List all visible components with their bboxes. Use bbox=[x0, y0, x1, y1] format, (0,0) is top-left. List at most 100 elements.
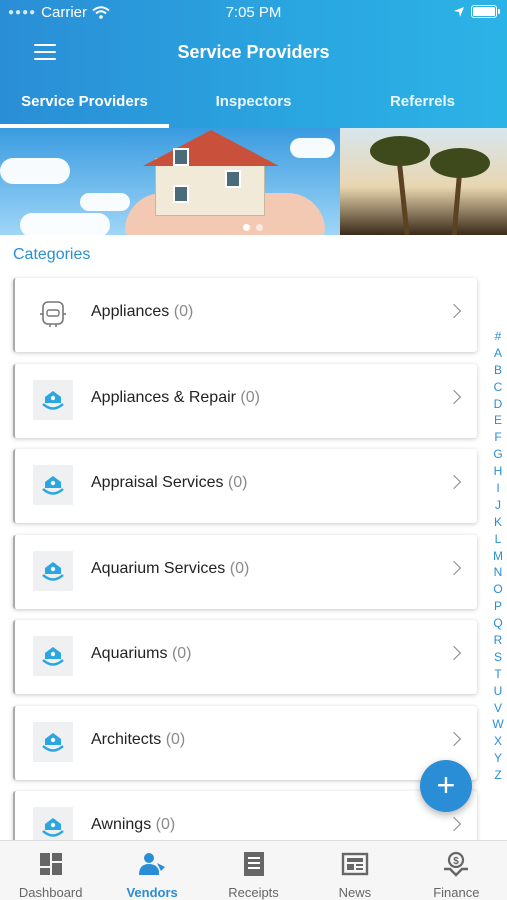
category-item-aquariums[interactable]: Aquariums (0) bbox=[13, 620, 477, 694]
receipts-icon bbox=[203, 851, 304, 883]
alpha-index-letter[interactable]: P bbox=[490, 598, 506, 615]
alphabet-index[interactable]: # A B C D E F G H I J K L M N O P Q R S T U V W X Y Z bbox=[490, 328, 506, 784]
alpha-index-letter[interactable]: M bbox=[490, 548, 506, 565]
cloud-shape bbox=[80, 193, 130, 211]
alpha-index-letter[interactable]: E bbox=[490, 412, 506, 429]
alpha-index-letter[interactable]: L bbox=[490, 531, 506, 548]
pager-dot[interactable] bbox=[256, 224, 263, 231]
chevron-right-icon bbox=[446, 303, 462, 319]
nav-finance[interactable]: $ Finance bbox=[406, 841, 507, 900]
house-in-hands-image bbox=[125, 130, 335, 235]
title-bar: Service Providers bbox=[0, 30, 507, 76]
alpha-index-letter[interactable]: T bbox=[490, 666, 506, 683]
category-item-aquarium-services[interactable]: Aquarium Services (0) bbox=[13, 534, 477, 609]
alpha-index-letter[interactable]: Y bbox=[490, 750, 506, 767]
alpha-index-letter[interactable]: N bbox=[490, 564, 506, 581]
nav-vendors[interactable]: Vendors bbox=[101, 841, 202, 900]
news-icon bbox=[304, 851, 405, 883]
banner-carousel[interactable] bbox=[0, 128, 507, 235]
nav-dashboard[interactable]: Dashboard bbox=[0, 841, 101, 900]
nav-news[interactable]: News bbox=[304, 841, 405, 900]
pager-dot[interactable] bbox=[243, 224, 250, 231]
carousel-pager bbox=[243, 224, 263, 231]
categories-heading: Categories bbox=[13, 246, 91, 263]
home-hand-icon bbox=[33, 721, 73, 762]
bottom-nav: Dashboard Vendors Receipts News $ Financ… bbox=[0, 840, 507, 900]
category-name: Appraisal Services (0) bbox=[91, 474, 248, 491]
alpha-index-letter[interactable]: F bbox=[490, 429, 506, 446]
page-title: Service Providers bbox=[177, 42, 330, 62]
category-list: Appliances (0) Appliances & Repair (0) A… bbox=[13, 278, 477, 877]
chevron-right-icon bbox=[446, 645, 462, 661]
tab-service-providers[interactable]: Service Providers bbox=[0, 80, 169, 128]
alpha-index-letter[interactable]: U bbox=[490, 683, 506, 700]
home-hand-icon bbox=[33, 465, 73, 505]
svg-text:$: $ bbox=[454, 856, 460, 867]
alpha-index-letter[interactable]: K bbox=[490, 514, 506, 531]
tab-inspectors[interactable]: Inspectors bbox=[169, 80, 338, 128]
alpha-index-letter[interactable]: I bbox=[490, 480, 506, 497]
status-time: 7:05 PM bbox=[225, 4, 282, 21]
nav-label: Dashboard bbox=[18, 885, 83, 900]
alpha-index-letter[interactable]: Z bbox=[490, 767, 506, 784]
category-count: (0) bbox=[155, 816, 176, 833]
dashboard-icon bbox=[0, 851, 101, 883]
home-hand-icon bbox=[33, 550, 73, 591]
alpha-index-letter[interactable]: G bbox=[490, 446, 506, 463]
nav-receipts[interactable]: Receipts bbox=[203, 841, 304, 900]
chevron-right-icon bbox=[446, 389, 462, 404]
category-count: (0) bbox=[227, 474, 248, 491]
status-bar: ●●●● Carrier 7:05 PM bbox=[0, 0, 507, 26]
tab-referrels[interactable]: Referrels bbox=[338, 80, 507, 128]
category-count: (0) bbox=[165, 730, 186, 748]
appliance-robot-icon bbox=[33, 294, 73, 334]
finance-icon: $ bbox=[406, 851, 507, 883]
home-hand-icon bbox=[33, 379, 73, 420]
category-name: Aquariums (0) bbox=[91, 645, 192, 662]
category-item-appliances-repair[interactable]: Appliances & Repair (0) bbox=[13, 363, 477, 438]
category-item-architects[interactable]: Architects (0) bbox=[13, 705, 477, 780]
location-arrow-icon bbox=[454, 6, 464, 17]
chevron-right-icon bbox=[446, 560, 462, 575]
alpha-index-letter[interactable]: Q bbox=[490, 615, 506, 632]
alpha-index-letter[interactable]: S bbox=[490, 649, 506, 666]
category-count: (0) bbox=[173, 303, 194, 320]
chevron-right-icon bbox=[446, 474, 462, 490]
chevron-right-icon bbox=[446, 731, 462, 746]
alpha-index-letter[interactable]: D bbox=[490, 396, 506, 413]
add-button[interactable]: + bbox=[420, 760, 472, 812]
alpha-index-letter[interactable]: O bbox=[490, 581, 506, 598]
status-right bbox=[453, 5, 500, 18]
alpha-index-letter[interactable]: R bbox=[490, 632, 506, 649]
alpha-index-letter[interactable]: H bbox=[490, 463, 506, 480]
alpha-index-letter[interactable]: B bbox=[490, 362, 506, 379]
home-hand-icon bbox=[33, 636, 73, 676]
top-tabs: Service Providers Inspectors Referrels bbox=[0, 80, 507, 128]
category-name: Aquarium Services (0) bbox=[91, 559, 250, 577]
category-count: (0) bbox=[229, 559, 250, 577]
alpha-index-letter[interactable]: # bbox=[490, 328, 506, 345]
category-name: Appliances & Repair (0) bbox=[91, 388, 260, 406]
cloud-shape bbox=[20, 213, 110, 235]
category-name: Architects (0) bbox=[91, 730, 186, 748]
nav-label: Finance bbox=[433, 885, 480, 900]
battery-icon bbox=[471, 5, 500, 18]
alpha-index-letter[interactable]: X bbox=[490, 733, 506, 750]
category-name: Awnings (0) bbox=[91, 816, 176, 833]
alpha-index-letter[interactable]: A bbox=[490, 345, 506, 362]
alpha-index-letter[interactable]: W bbox=[490, 716, 506, 733]
nav-label: News bbox=[338, 885, 372, 900]
nav-label: Receipts bbox=[228, 885, 279, 900]
cloud-shape bbox=[0, 158, 70, 184]
category-item-appliances[interactable]: Appliances (0) bbox=[13, 278, 477, 352]
app-header: ●●●● Carrier 7:05 PM Service Providers S… bbox=[0, 0, 507, 128]
nav-label: Vendors bbox=[126, 885, 178, 900]
vendors-icon bbox=[101, 851, 202, 883]
category-count: (0) bbox=[171, 645, 192, 662]
alpha-index-letter[interactable]: V bbox=[490, 700, 506, 717]
category-item-appraisal-services[interactable]: Appraisal Services (0) bbox=[13, 449, 477, 523]
category-count: (0) bbox=[240, 388, 260, 406]
alpha-index-letter[interactable]: C bbox=[490, 379, 506, 396]
alpha-index-letter[interactable]: J bbox=[490, 497, 506, 514]
chevron-right-icon bbox=[446, 816, 462, 832]
